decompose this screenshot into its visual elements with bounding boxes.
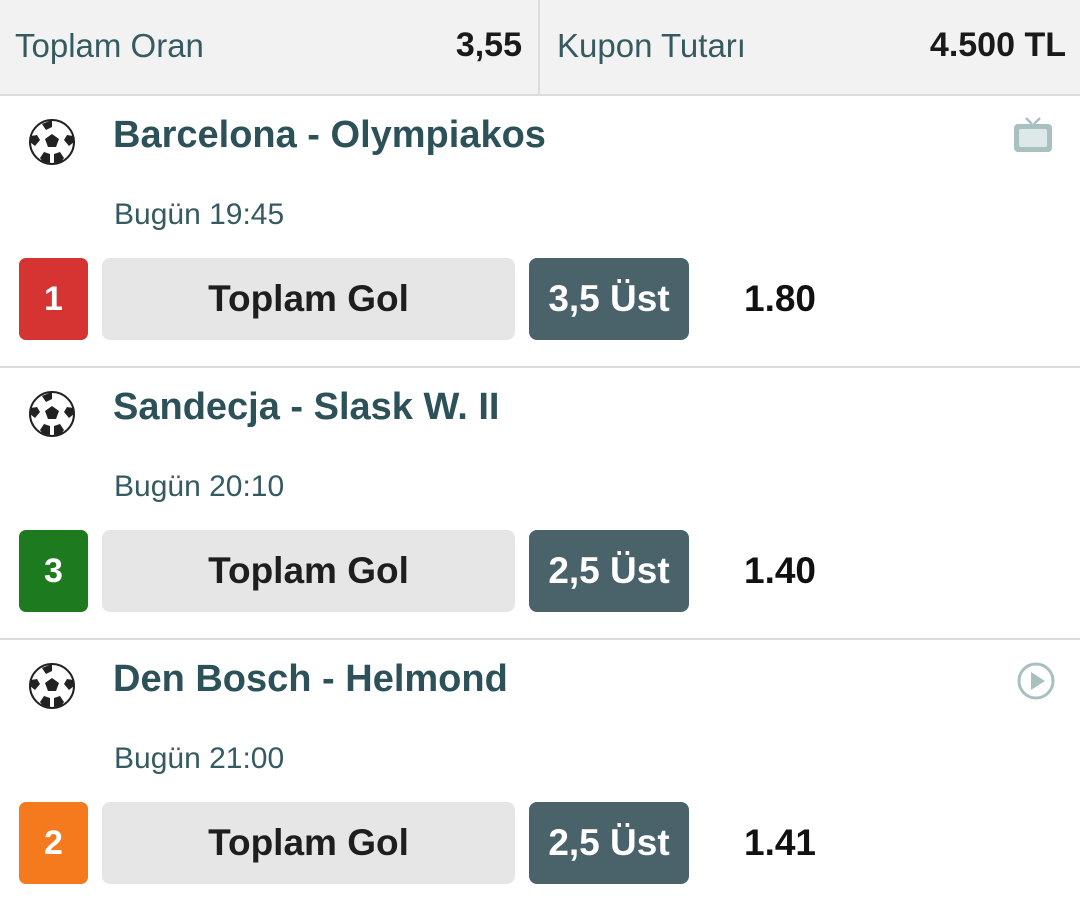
odds-value: 1.41 [744, 822, 817, 863]
soccer-ball-icon [29, 391, 75, 437]
total-odds-value: 3,55 [455, 26, 522, 64]
tv-icon[interactable] [1012, 116, 1054, 156]
match-teams[interactable]: Sandecja - Slask W. II [113, 386, 500, 429]
total-odds-label: Toplam Oran [15, 27, 204, 64]
play-circle-icon[interactable] [1016, 661, 1056, 701]
market-button[interactable]: Toplam Gol [102, 530, 515, 612]
match-time: Bugün 19:45 [114, 198, 285, 231]
pick-button[interactable]: 3,5 Üst [529, 258, 689, 340]
coupon-amount-value: 4.500 TL [929, 26, 1066, 64]
market-button[interactable]: Toplam Gol [102, 802, 515, 884]
match-time: Bugün 21:00 [114, 742, 285, 775]
pick-button[interactable]: 2,5 Üst [529, 802, 689, 884]
coupon-amount-label: Kupon Tutarı [557, 27, 746, 64]
bet-row[interactable]: Sandecja - Slask W. II Bugün 20:10 3 Top… [0, 368, 1080, 640]
soccer-ball-icon [29, 119, 75, 165]
match-teams[interactable]: Den Bosch - Helmond [113, 658, 508, 701]
match-time: Bugün 20:10 [114, 470, 285, 503]
match-teams[interactable]: Barcelona - Olympiakos [113, 114, 546, 157]
pick-button[interactable]: 2,5 Üst [529, 530, 689, 612]
odds-value: 1.40 [744, 550, 817, 591]
bet-row[interactable]: Den Bosch - Helmond Bugün 21:00 2 Toplam… [0, 640, 1080, 912]
bet-row[interactable]: Barcelona - Olympiakos Bugün 19:45 1 Top… [0, 96, 1080, 368]
coupon-amount-cell: Kupon Tutarı 4.500 TL [540, 0, 1080, 94]
market-button[interactable]: Toplam Gol [102, 258, 515, 340]
coupon-summary-bar: Toplam Oran 3,55 Kupon Tutarı 4.500 TL [0, 0, 1080, 96]
selection-number-badge: 2 [19, 802, 88, 884]
total-odds-cell: Toplam Oran 3,55 [0, 0, 540, 94]
odds-value: 1.80 [744, 278, 817, 319]
selection-number-badge: 1 [19, 258, 88, 340]
soccer-ball-icon [29, 663, 75, 709]
selection-number-badge: 3 [19, 530, 88, 612]
